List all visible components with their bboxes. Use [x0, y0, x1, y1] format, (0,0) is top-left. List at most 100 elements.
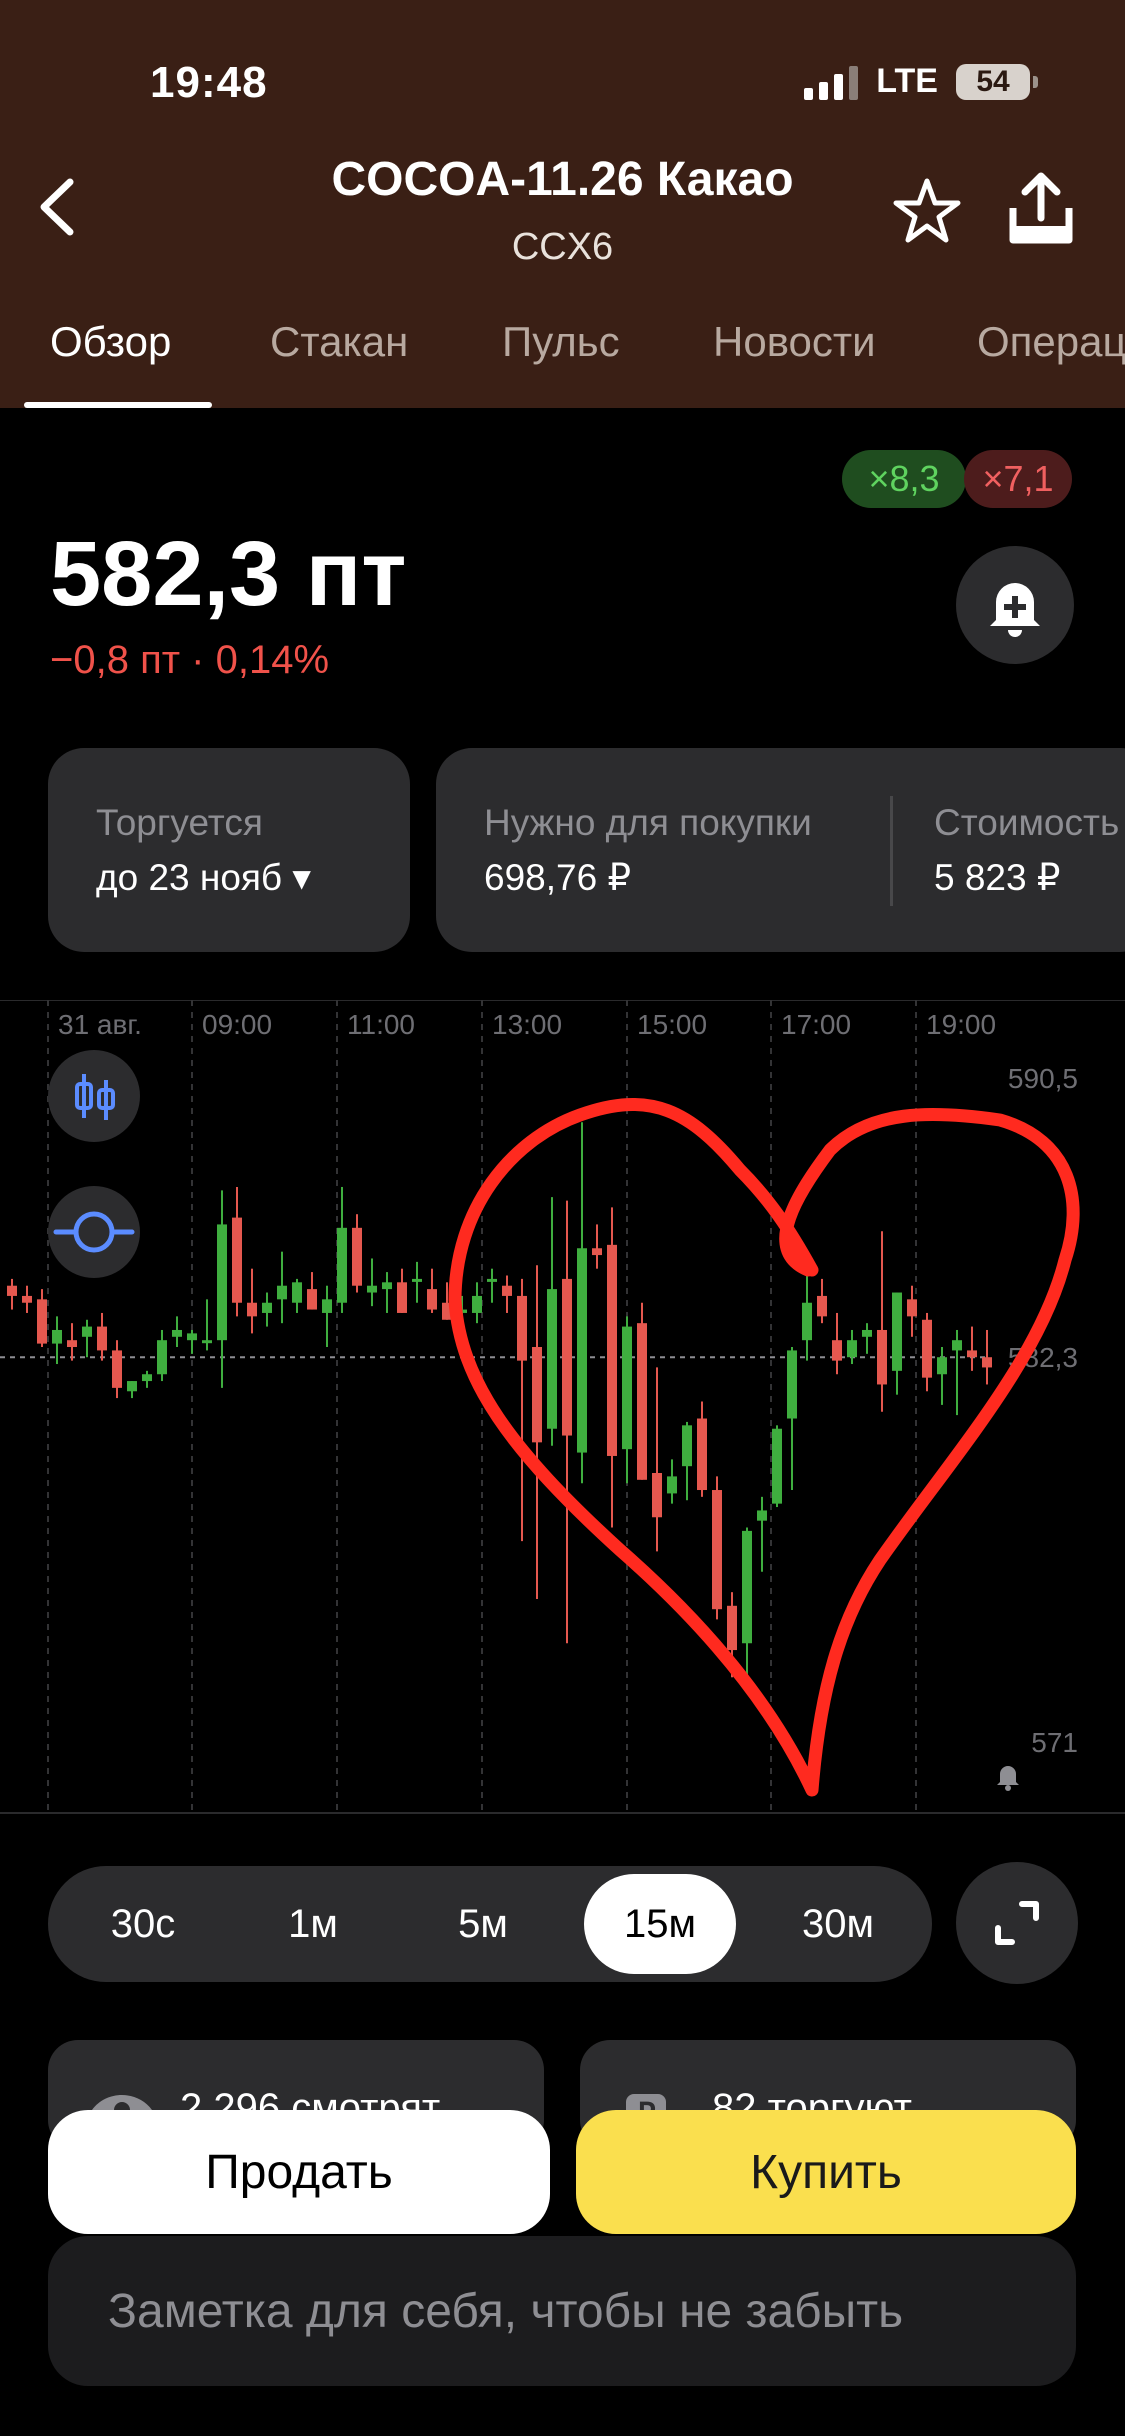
candle-body [247, 1302, 257, 1317]
share-icon[interactable] [1005, 170, 1077, 246]
contract-cost-value: 5 823 ₽ [934, 857, 1061, 898]
sell-button[interactable]: Продать [48, 2110, 550, 2234]
candle-body [877, 1329, 887, 1385]
candle-body [382, 1282, 392, 1290]
note-field[interactable]: Заметка для себя, чтобы не забыть [48, 2236, 1076, 2386]
candle-body [622, 1326, 632, 1450]
candle-body [487, 1278, 497, 1282]
y-tick-label: 571 [1031, 1727, 1078, 1758]
x-tick-label: 17:00 [781, 1009, 851, 1040]
candle-body [22, 1295, 32, 1303]
tab-news[interactable]: Новости [713, 318, 876, 366]
candle-body [187, 1333, 197, 1341]
candle-body [262, 1302, 272, 1313]
timeframe-selector: 30с 1м 5м 15м 30м [48, 1866, 932, 1982]
candle-body [667, 1476, 677, 1494]
bell-plus-icon [990, 583, 1040, 637]
candle-body [907, 1299, 917, 1317]
candle-body [712, 1490, 722, 1610]
candle-body [817, 1295, 827, 1317]
candle-body [67, 1340, 77, 1348]
candle-body [277, 1285, 287, 1300]
candle-body [112, 1350, 122, 1388]
contract-cost-label: Стоимость [934, 802, 1120, 843]
expiry-card[interactable]: Торгуется до 23 нояб ▾ [48, 748, 410, 952]
card-divider [890, 796, 893, 906]
fullscreen-button[interactable] [956, 1862, 1078, 1984]
candle-body [652, 1472, 662, 1518]
candles-icon [75, 1074, 115, 1120]
candle-body [427, 1289, 437, 1310]
battery-icon: 54 [956, 63, 1038, 100]
tab-order-book[interactable]: Стакан [270, 318, 408, 366]
candle-body [142, 1374, 152, 1382]
candle-body [697, 1418, 707, 1491]
candle-body [202, 1340, 212, 1344]
candle-body [922, 1319, 932, 1378]
margin-card: Нужно для покупки 698,76 ₽ Стоимость 5 8… [436, 748, 1125, 952]
indicators-button[interactable] [48, 1186, 140, 1278]
tab-pulse[interactable]: Пульс [502, 318, 620, 366]
candle-body [982, 1357, 992, 1368]
tab-bar: Обзор Стакан Пульс Новости Операции [0, 310, 1125, 408]
candle-body [82, 1326, 92, 1337]
timeframe-30m[interactable]: 30м [758, 1866, 918, 1982]
candle-body [787, 1350, 797, 1419]
candle-body [757, 1510, 767, 1521]
candle-body [52, 1329, 62, 1344]
y-tick-label: 590,5 [1008, 1063, 1078, 1094]
timeframe-1m[interactable]: 1м [238, 1866, 388, 1982]
candle-body [97, 1326, 107, 1351]
candle-body [607, 1244, 617, 1456]
star-icon[interactable] [892, 176, 962, 246]
crosshair-icon [53, 1211, 135, 1253]
buy-button[interactable]: Купить [576, 2110, 1076, 2234]
candle-body [337, 1227, 347, 1303]
x-tick-label: 15:00 [637, 1009, 707, 1040]
candle-body [157, 1340, 167, 1375]
current-price: 582,3 пт [50, 523, 407, 625]
leverage-short-badge: ×7,1 [964, 450, 1072, 508]
status-indicators: LTE 54 [804, 62, 1038, 101]
candle-body [937, 1357, 947, 1375]
tab-operations[interactable]: Операции [977, 318, 1125, 366]
timeframe-15m[interactable]: 15м [584, 1874, 736, 1974]
candle-body [322, 1299, 332, 1313]
x-tick-label: 11:00 [347, 1009, 415, 1040]
candle-body [832, 1340, 842, 1361]
network-type: LTE [876, 62, 938, 100]
x-tick-label: 19:00 [926, 1009, 996, 1040]
candle-body [127, 1381, 137, 1392]
candle-body [172, 1329, 182, 1337]
candle-body [217, 1224, 227, 1341]
price-change: −0,8 пт · 0,14% [50, 638, 330, 682]
candle-body [517, 1295, 527, 1361]
add-alert-button[interactable] [956, 546, 1074, 664]
timeframe-30s[interactable]: 30с [68, 1866, 218, 1982]
candle-body [772, 1428, 782, 1504]
candle-body [802, 1302, 812, 1341]
candle-body [7, 1285, 17, 1296]
required-margin-value: 698,76 ₽ [484, 857, 631, 898]
candle-body [742, 1530, 752, 1644]
chart-type-button[interactable] [48, 1050, 140, 1142]
candle-body [592, 1248, 602, 1256]
price-chart[interactable]: 31 авг. 09:00 11:00 13:00 15:00 17:00 19:00 590… [0, 1000, 1125, 1815]
alert-bell-icon [997, 1766, 1019, 1791]
candle-body [352, 1227, 362, 1286]
candle-body [502, 1285, 512, 1296]
timeframe-5m[interactable]: 5м [408, 1866, 558, 1982]
candle-body [397, 1282, 407, 1313]
candlestick-chart[interactable]: 31 авг. 09:00 11:00 13:00 15:00 17:00 19:00 590… [0, 1000, 1125, 1815]
candle-body [847, 1340, 857, 1358]
candle-body [727, 1605, 737, 1651]
candle-body [952, 1340, 962, 1351]
x-tick-label: 31 авг. [58, 1009, 142, 1040]
tab-overview[interactable]: Обзор [50, 318, 171, 366]
candle-body [562, 1278, 572, 1436]
candle-body [292, 1282, 302, 1303]
candle-body [637, 1323, 647, 1480]
candle-body [862, 1329, 872, 1337]
hand-drawn-heart-annotation [448, 1098, 1080, 1797]
candle-body [532, 1347, 542, 1443]
